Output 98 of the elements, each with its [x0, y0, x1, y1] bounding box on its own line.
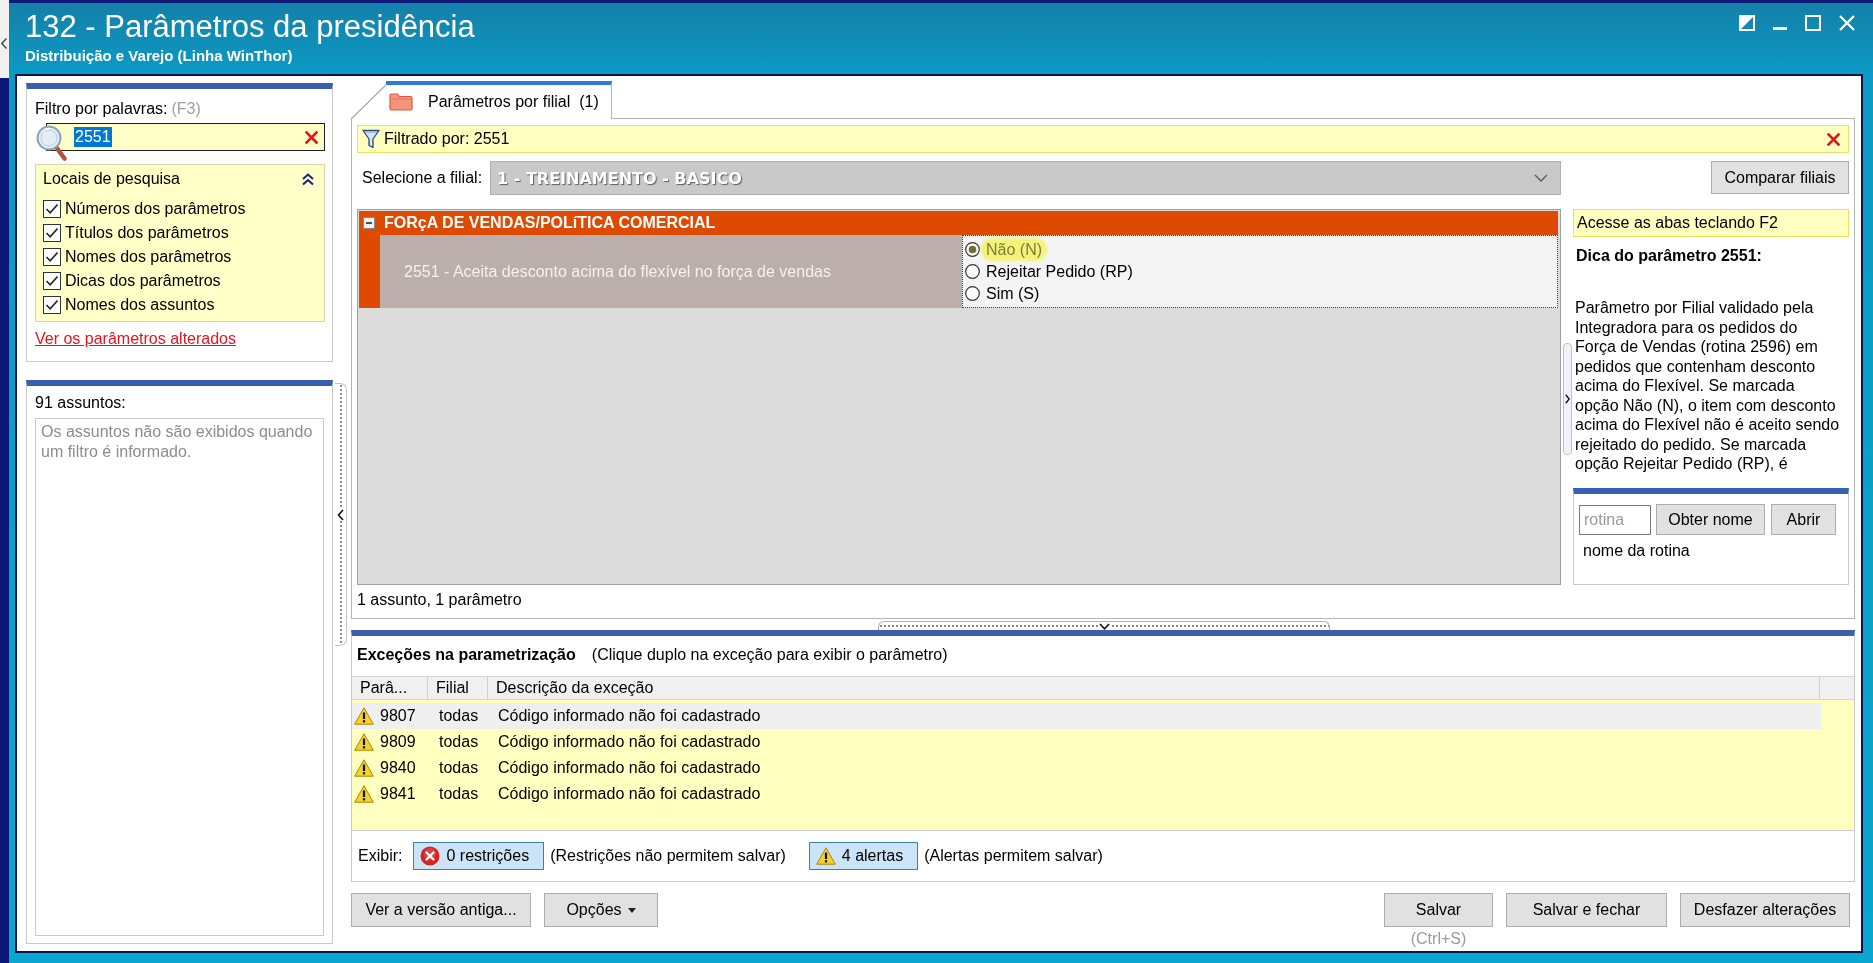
- subjects-count: 91 assuntos:: [35, 393, 126, 413]
- toggle-note: (Restrições não permitem salvar): [550, 847, 786, 865]
- caret-icon: [627, 907, 636, 913]
- checkbox[interactable]: [43, 224, 61, 242]
- hint-title: Dica do parâmetro 2551:: [1575, 246, 1762, 266]
- routine-name: nome da rotina: [1582, 541, 1690, 561]
- table-cell-text: Código informado não foi cadastrado: [497, 706, 762, 726]
- table-cell-text: 9840: [380, 758, 417, 778]
- table-row[interactable]: 9807 todas Código informado não foi cadastrado: [352, 703, 1821, 729]
- error-icon: [420, 846, 441, 866]
- radio-button[interactable]: [965, 242, 980, 258]
- search-icon: [36, 125, 67, 161]
- hint-text: Parâmetro por Filial validado pela Integradora para os pedidos do Força de Vendas (rotina 2596) em pedidos que contenham desconto acima do Flexível. Se marcada opção Não (N), o item com desconto acima do Flexível não é aceito sendo rejeitado do pedido. Se marcada opção Rejeitar Pedido (RP), é: [1574, 298, 1841, 474]
- chevron-down-icon: [1534, 174, 1548, 182]
- chevron-left-icon: [1, 37, 7, 49]
- checkbox[interactable]: [43, 296, 61, 314]
- table-row[interactable]: 9841 todas Código informado não foi cadastrado: [352, 781, 1821, 807]
- radio-button[interactable]: [965, 264, 980, 279]
- search-field[interactable]: 2551: [46, 123, 325, 151]
- checkbox-label: Nomes dos parâmetros: [65, 248, 232, 266]
- window-title: 132 - Parâmetros da presidência: [25, 9, 475, 45]
- window-layout-icon[interactable]: [1739, 15, 1755, 31]
- subjects-list[interactable]: Os assuntos não são exibidos quando um filtro é informado.: [35, 418, 324, 936]
- action-button[interactable]: Salvar e fechar: [1506, 893, 1667, 927]
- warning-icon: [354, 733, 374, 751]
- checkbox[interactable]: [43, 248, 61, 266]
- tab[interactable]: Parâmetros por filial (1): [351, 81, 612, 119]
- table-cell-text: Código informado não foi cadastrado: [497, 732, 762, 752]
- column-header[interactable]: Filial: [428, 677, 488, 699]
- filter-toggle-button[interactable]: 4 alertas: [808, 842, 919, 870]
- splitter-handle[interactable]: [335, 383, 347, 646]
- close-icon[interactable]: [1827, 132, 1840, 146]
- table-cell-text: todas: [438, 758, 480, 778]
- table-cell-text: 9807: [380, 706, 417, 726]
- action-button[interactable]: Ver a versão antiga...: [351, 893, 531, 927]
- toggle-note: (Alertas permitem salvar): [924, 847, 1103, 865]
- table-row[interactable]: 9809 todas Código informado não foi cadastrado: [352, 729, 1821, 755]
- close-icon[interactable]: [305, 130, 318, 144]
- empty-message: Os assuntos não são exibidos quando um filtro é informado.: [41, 422, 314, 462]
- shortcut-hint: (F3): [171, 99, 201, 119]
- radio-button[interactable]: [965, 285, 980, 301]
- show-label: Exibir:: [358, 847, 403, 865]
- warning-icon: [354, 707, 374, 725]
- chevron-down-icon: [1098, 622, 1110, 630]
- group-title: FORçA DE VENDAS/POLíTICA COMERCIAL: [384, 214, 716, 232]
- option-label: Sim (S): [985, 283, 1041, 303]
- filter-label: Filtro por palavras:: [35, 99, 168, 119]
- table-cell-text: todas: [438, 706, 480, 726]
- option-label: Rejeitar Pedido (RP): [985, 262, 1134, 281]
- option-label: Não (N): [983, 240, 1045, 260]
- checkbox-label: Números dos parâmetros: [65, 200, 246, 218]
- action-button[interactable]: Salvar: [1384, 893, 1493, 927]
- table-cell-text: todas: [438, 784, 480, 804]
- shortcut-hint: (Ctrl+S): [1410, 929, 1467, 949]
- compare-branches-button[interactable]: Comparar filiais: [1711, 161, 1849, 194]
- lookup-button[interactable]: Abrir: [1771, 504, 1836, 535]
- routine-input[interactable]: rotina: [1579, 504, 1651, 535]
- filter-toggle-button[interactable]: 0 restrições: [413, 842, 545, 870]
- hint-banner: Acesse as abas teclando F2: [1573, 209, 1849, 237]
- branch-label: Selecione a filial:: [362, 169, 483, 187]
- table-row[interactable]: 9840 todas Código informado não foi cadastrado: [352, 755, 1821, 781]
- warning-icon: [354, 759, 374, 777]
- exceptions-title: Exceções na parametrização: [357, 645, 576, 665]
- column-header[interactable]: Parâ...: [352, 677, 428, 699]
- table-cell-text: Código informado não foi cadastrado: [497, 784, 762, 804]
- chevron-right-icon: [1565, 394, 1570, 404]
- checkbox-label: Títulos dos parâmetros: [65, 224, 229, 242]
- splitter-handle[interactable]: [1563, 343, 1572, 455]
- section-title: Locais de pesquisa: [43, 170, 180, 188]
- table-cell-text: 9841: [380, 784, 417, 804]
- action-button[interactable]: Desfazer alterações: [1680, 893, 1850, 927]
- checkbox[interactable]: [43, 272, 61, 290]
- lookup-button[interactable]: Obter nome: [1656, 504, 1765, 535]
- table-cell-text: todas: [438, 732, 480, 752]
- double-chevron-up-icon[interactable]: [302, 172, 314, 186]
- table-cell-text: Código informado não foi cadastrado: [497, 758, 762, 778]
- exceptions-hint: (Clique duplo na exceção para exibir o parâmetro): [591, 645, 948, 665]
- folder-icon: [389, 93, 413, 111]
- changed-parameters-link[interactable]: Ver os parâmetros alterados: [35, 329, 236, 349]
- minus-box-icon[interactable]: [363, 217, 375, 229]
- checkbox[interactable]: [43, 200, 61, 218]
- window-subtitle: Distribuição e Varejo (Linha WinThor): [25, 47, 293, 65]
- chevron-left-icon: [337, 508, 344, 521]
- column-header[interactable]: Descrição da exceção: [488, 677, 1820, 699]
- checkbox-label: Dicas dos parâmetros: [65, 272, 221, 290]
- parameter-name: 2551 - Aceita desconto acima do flexível no força de vendas: [380, 235, 962, 308]
- maximize-icon[interactable]: [1805, 15, 1821, 31]
- splitter-handle[interactable]: [878, 621, 1330, 630]
- table-cell-text: 9809: [380, 732, 417, 752]
- menu-button[interactable]: Opções: [544, 893, 658, 927]
- warning-icon: [354, 785, 374, 803]
- group-header[interactable]: FORçA DE VENDAS/POLíTICA COMERCIAL: [359, 211, 1558, 235]
- parameter-row[interactable]: 2551 - Aceita desconto acima do flexível no força de vendas Não (N) Rejeitar Pedido (RP) Sim (S): [359, 235, 1558, 308]
- filter-text: Filtrado por: 2551: [384, 130, 510, 148]
- warning-icon: [815, 847, 836, 865]
- grid-status: 1 assunto, 1 parâmetro: [357, 590, 522, 610]
- filter-icon: [362, 129, 380, 149]
- checkbox-label: Nomes dos assuntos: [65, 296, 215, 314]
